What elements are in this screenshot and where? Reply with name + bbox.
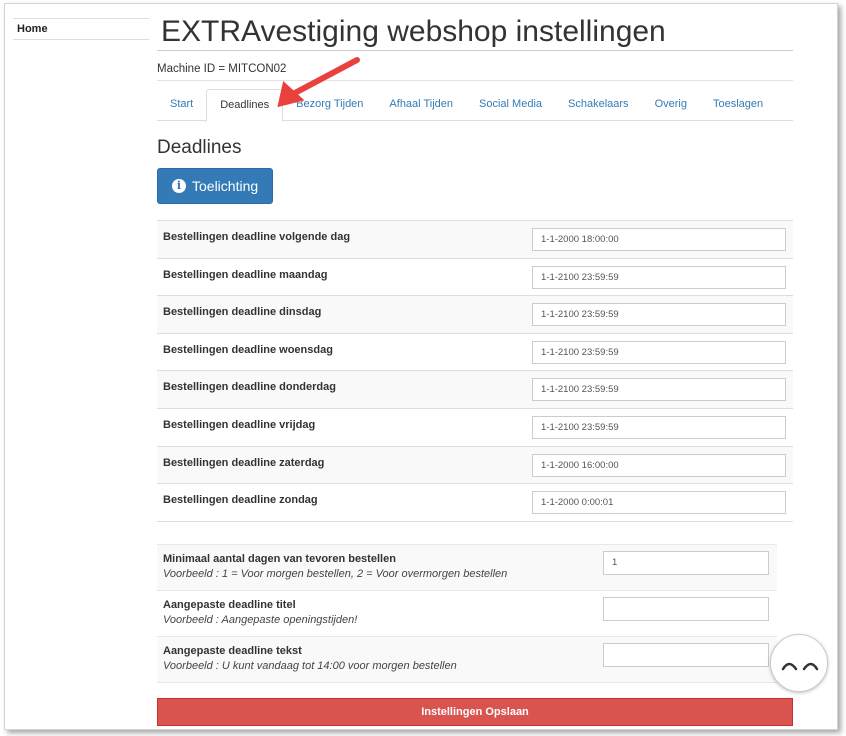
deadline-donderdag-input[interactable] bbox=[532, 378, 786, 402]
help-button[interactable]: i Toelichting bbox=[157, 168, 274, 204]
sidebar: Home bbox=[13, 18, 149, 40]
table-row: Bestellingen deadline zaterdag bbox=[157, 446, 793, 485]
tab-afhaal-tijden[interactable]: Afhaal Tijden bbox=[376, 89, 466, 120]
deadline-label: Bestellingen deadline maandag bbox=[163, 268, 328, 281]
deadline-zondag-input[interactable] bbox=[532, 491, 786, 515]
deadline-zaterdag-input[interactable] bbox=[532, 453, 786, 477]
deadline-text-input[interactable] bbox=[603, 642, 769, 667]
app-window: Home EXTRAvestiging webshop instellingen… bbox=[4, 3, 838, 730]
chat-widget-button[interactable] bbox=[770, 634, 828, 692]
deadline-vrijdag-input[interactable] bbox=[532, 415, 786, 439]
deadline-dinsdag-input[interactable] bbox=[532, 303, 786, 327]
main-content: EXTRAvestiging webshop instellingen Mach… bbox=[157, 4, 793, 726]
deadline-label: Bestellingen deadline zaterdag bbox=[163, 456, 325, 469]
setting-label: Aangepaste deadline titel bbox=[163, 598, 296, 611]
sidebar-item-home[interactable]: Home bbox=[13, 18, 149, 40]
deadline-label: Bestellingen deadline zondag bbox=[163, 494, 318, 507]
deadline-woensdag-input[interactable] bbox=[532, 340, 786, 364]
table-row: Aangepaste deadline tekst Voorbeeld : U … bbox=[157, 636, 777, 683]
deadline-label: Bestellingen deadline donderdag bbox=[163, 381, 336, 394]
help-button-label: Toelichting bbox=[192, 178, 259, 194]
deadline-label: Bestellingen deadline dinsdag bbox=[163, 306, 322, 319]
table-row: Bestellingen deadline woensdag bbox=[157, 334, 793, 372]
machine-id: Machine ID = MITCON02 bbox=[157, 51, 793, 81]
tab-social-media[interactable]: Social Media bbox=[466, 89, 555, 120]
setting-label: Minimaal aantal dagen van tevoren bestel… bbox=[163, 552, 396, 565]
tab-schakelaars[interactable]: Schakelaars bbox=[555, 89, 642, 120]
tab-overig[interactable]: Overig bbox=[642, 89, 700, 120]
chat-face-icon bbox=[781, 662, 819, 671]
table-row: Bestellingen deadline volgende dag bbox=[157, 221, 793, 259]
page-title: EXTRAvestiging webshop instellingen bbox=[157, 4, 793, 51]
setting-example: Voorbeeld : Aangepaste openingstijden! bbox=[163, 613, 358, 626]
tab-start[interactable]: Start bbox=[157, 89, 206, 120]
section-title: Deadlines bbox=[157, 137, 242, 158]
deadline-volgende-dag-input[interactable] bbox=[532, 228, 786, 251]
deadline-label: Bestellingen deadline volgende dag bbox=[163, 231, 351, 243]
setting-text: Aangepaste deadline tekst Voorbeeld : U … bbox=[157, 637, 603, 682]
deadline-title-input[interactable] bbox=[603, 596, 769, 621]
save-settings-button[interactable]: Instellingen Opslaan bbox=[157, 697, 793, 726]
table-row: Bestellingen deadline zondag bbox=[157, 484, 793, 522]
table-row: Bestellingen deadline dinsdag bbox=[157, 296, 793, 334]
info-circle-icon: i bbox=[172, 179, 186, 193]
min-days-input[interactable] bbox=[603, 550, 769, 575]
table-row: Bestellingen deadline maandag bbox=[157, 259, 793, 297]
setting-example: Voorbeeld : 1 = Voor morgen bestellen, 2… bbox=[163, 567, 508, 580]
setting-label: Aangepaste deadline tekst bbox=[163, 644, 302, 657]
deadline-label: Bestellingen deadline vrijdag bbox=[163, 418, 316, 431]
deadline-label: Bestellingen deadline woensdag bbox=[163, 343, 333, 356]
table-row: Bestellingen deadline vrijdag bbox=[157, 409, 793, 447]
deadlines-table: Bestellingen deadline volgende dag Beste… bbox=[157, 220, 793, 522]
table-row: Bestellingen deadline donderdag bbox=[157, 371, 793, 409]
tab-toeslagen[interactable]: Toeslagen bbox=[700, 89, 776, 120]
annotation-arrow-icon bbox=[277, 57, 360, 108]
setting-text: Minimaal aantal dagen van tevoren bestel… bbox=[157, 545, 603, 590]
setting-text: Aangepaste deadline titel Voorbeeld : Aa… bbox=[157, 591, 603, 636]
table-row: Aangepaste deadline titel Voorbeeld : Aa… bbox=[157, 591, 777, 637]
extra-settings-table: Minimaal aantal dagen van tevoren bestel… bbox=[157, 543, 777, 683]
setting-example: Voorbeeld : U kunt vandaag tot 14:00 voo… bbox=[163, 659, 457, 672]
tab-bar: Start Deadlines Bezorg Tijden Afhaal Tij… bbox=[157, 89, 793, 122]
deadline-maandag-input[interactable] bbox=[532, 265, 786, 289]
table-row: Minimaal aantal dagen van tevoren bestel… bbox=[157, 544, 777, 591]
